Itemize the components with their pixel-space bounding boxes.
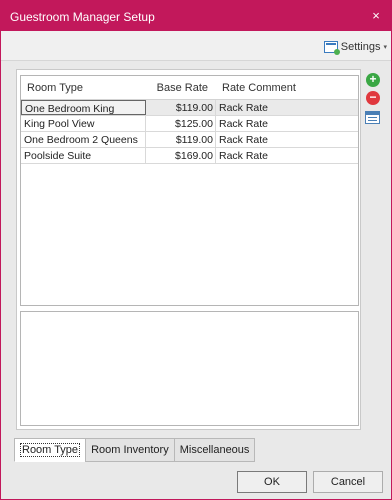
- cell-rate-comment[interactable]: Rack Rate: [216, 132, 358, 147]
- settings-icon: [323, 41, 340, 55]
- close-button[interactable]: ×: [367, 7, 385, 25]
- tab-room-inventory[interactable]: Room Inventory: [85, 438, 175, 462]
- column-header-room-type[interactable]: Room Type: [21, 76, 146, 99]
- room-type-panel: Room Type Base Rate Rate Comment One Bed…: [16, 69, 361, 430]
- window-title: Guestroom Manager Setup: [10, 10, 155, 24]
- ok-button[interactable]: OK: [237, 471, 307, 493]
- tab-room-type-label: Room Type: [20, 443, 81, 457]
- cell-base-rate[interactable]: $119.00: [146, 132, 216, 147]
- settings-label: Settings: [340, 41, 381, 53]
- content-area: Room Type Base Rate Rate Comment One Bed…: [7, 63, 385, 433]
- cell-base-rate[interactable]: $119.00: [146, 100, 216, 115]
- cancel-button[interactable]: Cancel: [313, 471, 383, 493]
- cell-room-type[interactable]: One Bedroom King: [21, 100, 146, 115]
- grid-header: Room Type Base Rate Rate Comment: [21, 76, 358, 100]
- tab-room-type[interactable]: Room Type: [14, 438, 87, 462]
- column-header-base-rate[interactable]: Base Rate: [146, 76, 216, 99]
- table-row[interactable]: King Pool View $125.00 Rack Rate: [21, 116, 358, 132]
- cell-room-type[interactable]: King Pool View: [21, 116, 146, 131]
- column-header-rate-comment[interactable]: Rate Comment: [216, 76, 358, 99]
- remove-row-icon[interactable]: −: [366, 91, 380, 105]
- title-bar[interactable]: Guestroom Manager Setup ×: [1, 1, 391, 31]
- cell-base-rate[interactable]: $169.00: [146, 148, 216, 163]
- guestroom-manager-window: Guestroom Manager Setup × Settings ▾ Roo…: [0, 0, 392, 500]
- cell-base-rate[interactable]: $125.00: [146, 116, 216, 131]
- cell-rate-comment[interactable]: Rack Rate: [216, 148, 358, 163]
- cell-rate-comment[interactable]: Rack Rate: [216, 116, 358, 131]
- grid-layout-icon[interactable]: [365, 111, 380, 124]
- cell-room-type[interactable]: One Bedroom 2 Queens: [21, 132, 146, 147]
- add-row-icon[interactable]: +: [366, 73, 380, 87]
- toolbar: Settings ▾: [1, 31, 391, 61]
- tab-miscellaneous[interactable]: Miscellaneous: [173, 438, 256, 462]
- dialog-buttons: OK Cancel: [237, 471, 383, 493]
- cell-rate-comment[interactable]: Rack Rate: [216, 100, 358, 115]
- table-row[interactable]: Poolside Suite $169.00 Rack Rate: [21, 148, 358, 164]
- detail-memo-area[interactable]: [20, 311, 359, 426]
- settings-button[interactable]: Settings ▾: [323, 39, 387, 55]
- chevron-down-icon: ▾: [383, 44, 387, 51]
- table-row[interactable]: One Bedroom 2 Queens $119.00 Rack Rate: [21, 132, 358, 148]
- room-type-grid[interactable]: Room Type Base Rate Rate Comment One Bed…: [20, 75, 359, 306]
- cell-room-type[interactable]: Poolside Suite: [21, 148, 146, 163]
- tab-strip: Room Type Room Inventory Miscellaneous: [14, 438, 256, 463]
- side-toolbar: + −: [363, 69, 383, 430]
- table-row[interactable]: One Bedroom King $119.00 Rack Rate: [21, 100, 358, 116]
